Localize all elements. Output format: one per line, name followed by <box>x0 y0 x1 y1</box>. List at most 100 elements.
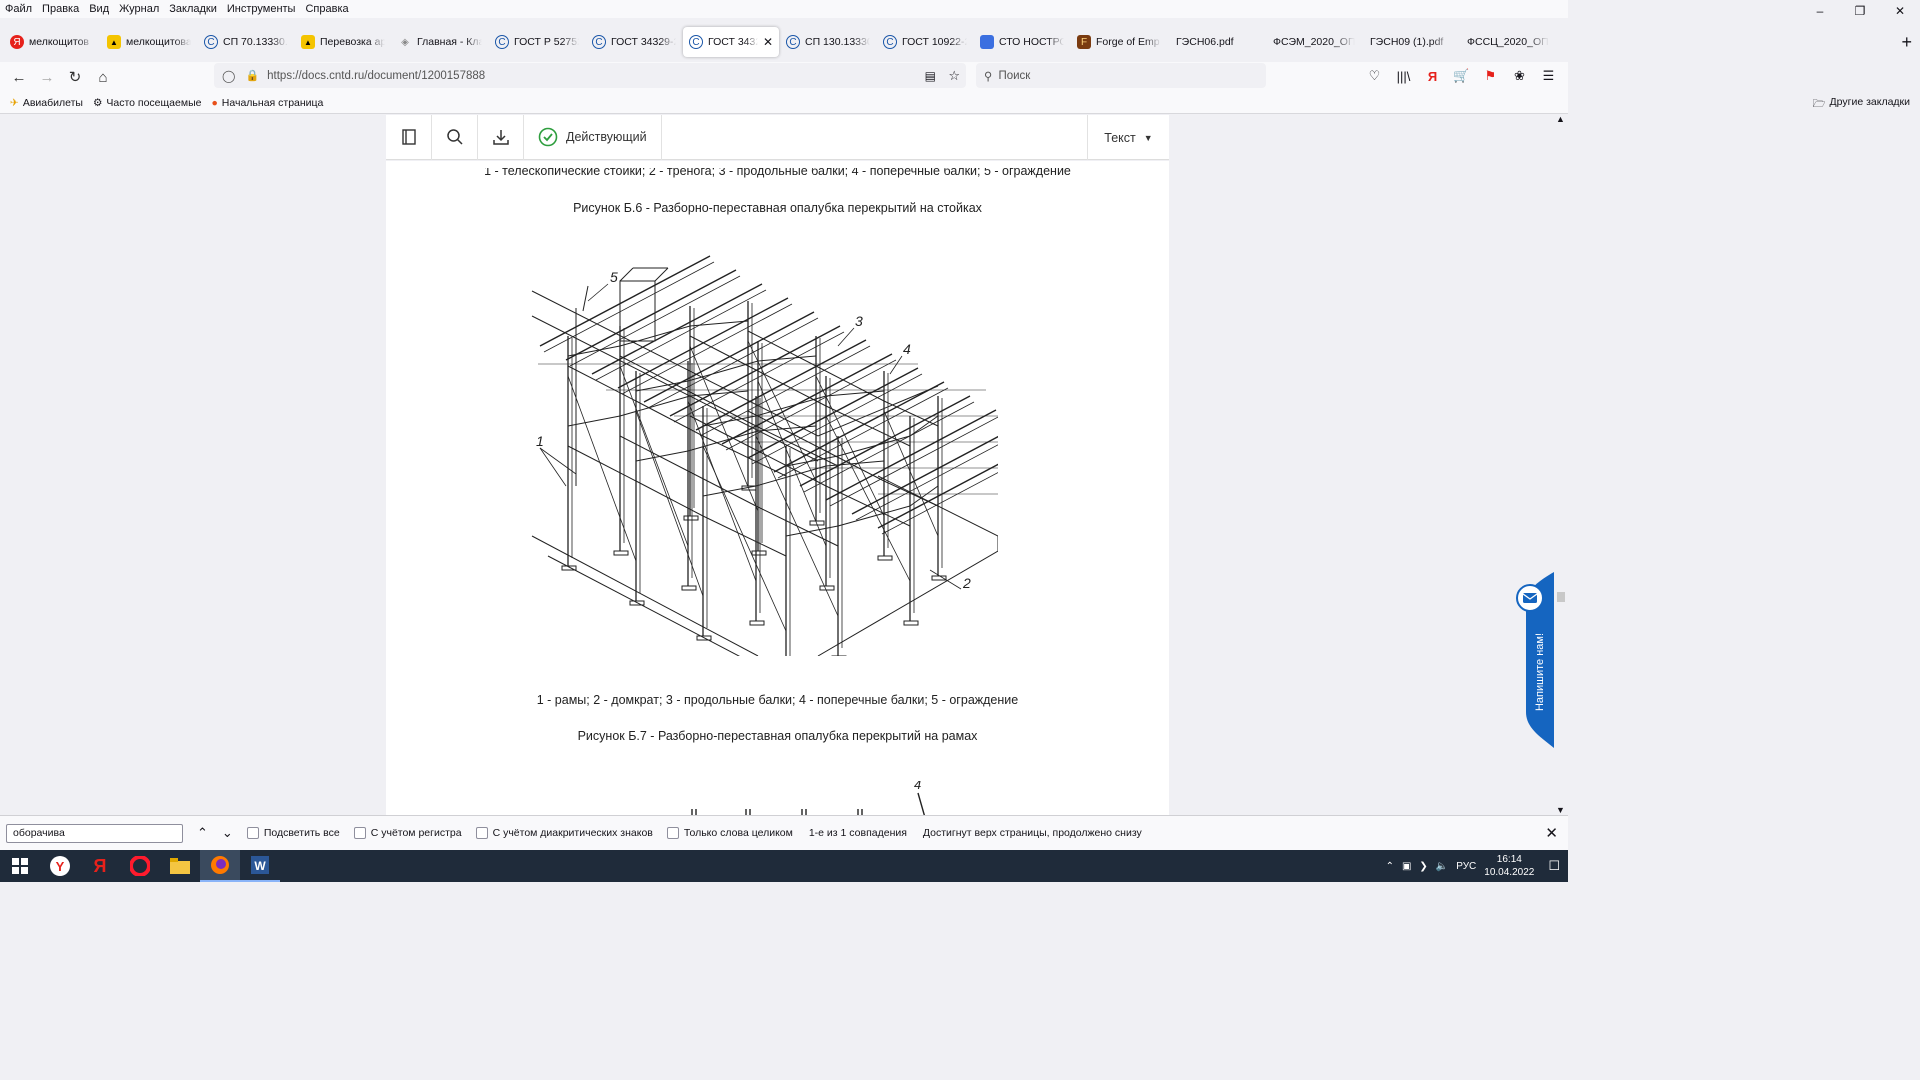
tab-11[interactable]: F Forge of Emp <box>1071 27 1167 57</box>
lock-icon: 🔒 <box>245 70 260 82</box>
search-field[interactable]: ⚲ Поиск <box>976 63 1266 88</box>
new-tab-icon[interactable]: + <box>1901 32 1912 53</box>
extensions-icon[interactable]: ❀ <box>1505 68 1534 84</box>
tab-14[interactable]: ГЭСН09 (1).pdf <box>1362 27 1458 57</box>
close-tab-icon[interactable]: ✕ <box>763 35 773 49</box>
plane-icon: ✈ <box>10 96 19 109</box>
windows-start-icon[interactable] <box>0 850 40 882</box>
callout-next-4: 4 <box>914 781 921 792</box>
clock[interactable]: 16:14 10.04.2022 <box>1484 853 1534 879</box>
doc-search-button[interactable] <box>432 114 478 160</box>
volume-icon[interactable]: 🔈 <box>1436 861 1448 872</box>
file-explorer-icon[interactable] <box>160 850 200 882</box>
callout-2: 2 <box>962 575 971 591</box>
menu-file[interactable]: Файл <box>0 1 37 17</box>
match-diacritics-checkbox[interactable]: С учётом диакритических знаков <box>475 827 653 839</box>
tab-5[interactable]: C ГОСТ Р 52752- <box>489 27 585 57</box>
chevron-up-icon[interactable]: ⌃ <box>1386 861 1394 872</box>
yandex-ext-icon[interactable]: Я <box>1418 69 1447 84</box>
menu-tools[interactable]: Инструменты <box>222 1 301 17</box>
forward-icon[interactable]: → <box>33 63 61 91</box>
minimize-icon[interactable]: – <box>1800 0 1840 22</box>
figure-b6-caption: Рисунок Б.6 - Разборно-переставная опалу… <box>573 201 982 215</box>
bookmark-most-visited[interactable]: ⚙ Часто посещаемые <box>88 97 207 109</box>
tab-13[interactable]: ФСЭМ_2020_ОП_ <box>1265 27 1361 57</box>
menu-bookmarks[interactable]: Закладки <box>164 1 222 17</box>
find-previous-icon[interactable]: ⌃ <box>197 825 208 841</box>
tab-9[interactable]: C ГОСТ 10922-2 <box>877 27 973 57</box>
toolbar-icons: ♡ |||\ Я 🛒 ⚑ ❀ ☰ <box>1360 62 1563 90</box>
url-text[interactable]: https://docs.cntd.ru/document/1200157888 <box>267 70 485 82</box>
find-next-icon[interactable]: ⌄ <box>222 825 233 841</box>
yandex-browser-icon[interactable]: Y <box>40 850 80 882</box>
tab-label: СП 70.13330.2 <box>223 36 288 48</box>
bookmark-start-page[interactable]: ● Начальная страница <box>206 97 328 109</box>
highlight-all-checkbox[interactable]: Подсветить все <box>246 827 340 839</box>
tab-10[interactable]: СТО НОСТРО <box>974 27 1070 57</box>
menu-edit[interactable]: Правка <box>37 1 84 17</box>
contents-button[interactable] <box>386 114 432 160</box>
tab-0[interactable]: Ямелкощитов <box>4 27 100 57</box>
menu-history[interactable]: Журнал <box>114 1 164 17</box>
vertical-scrollbar[interactable]: ▲ ▼ <box>1554 114 1568 815</box>
scroll-thumb[interactable] <box>1557 592 1565 602</box>
restore-icon[interactable]: ❐ <box>1840 0 1880 22</box>
tab-label: Forge of Emp <box>1096 36 1160 48</box>
write-us-widget[interactable]: Напишите нам! <box>1516 572 1554 748</box>
pocket-icon[interactable]: ♡ <box>1360 68 1389 84</box>
book-icon <box>401 129 416 145</box>
hamburger-menu-icon[interactable]: ☰ <box>1534 68 1563 84</box>
document-page: 1 - телескопические стойки; 2 - тренога;… <box>386 161 1169 815</box>
reader-view-icon[interactable]: ▤ <box>925 69 936 83</box>
match-case-checkbox[interactable]: С учётом регистра <box>353 827 462 839</box>
tab-2[interactable]: C СП 70.13330.2 <box>198 27 294 57</box>
back-icon[interactable]: ← <box>5 63 33 91</box>
find-input[interactable]: оборачива <box>6 823 183 843</box>
reload-icon[interactable]: ↻ <box>61 63 89 91</box>
language-indicator[interactable]: РУС <box>1456 861 1476 872</box>
tab-label: мелкощитов <box>29 36 90 48</box>
next-figure-drawing: 4 <box>691 781 926 815</box>
menu-help[interactable]: Справка <box>300 1 353 17</box>
menu-view[interactable]: Вид <box>84 1 114 17</box>
svg-text:Y: Y <box>56 859 65 874</box>
tab-1[interactable]: ▲ мелкощитова <box>101 27 197 57</box>
flag-ext-icon[interactable]: ⚑ <box>1476 68 1505 84</box>
bookmark-flights[interactable]: ✈ Авиабилеты <box>5 97 88 109</box>
close-window-icon[interactable]: ✕ <box>1880 0 1920 22</box>
tab-12[interactable]: ГЭСН06.pdf <box>1168 27 1264 57</box>
view-mode-select[interactable]: Текст ▼ <box>1087 115 1169 160</box>
network-icon[interactable]: ❯ <box>1419 861 1427 872</box>
callout-4: 4 <box>903 341 911 357</box>
cntd-icon: C <box>495 35 509 49</box>
tab-15[interactable]: ФССЦ_2020_ОП+ <box>1459 27 1555 57</box>
tab-label: ГОСТ 10922-2 <box>902 36 967 48</box>
opera-icon[interactable] <box>120 850 160 882</box>
notifications-icon[interactable]: ☐ <box>1548 858 1560 874</box>
other-bookmarks[interactable]: 🗁 Другие закладки <box>1813 96 1910 114</box>
close-find-icon[interactable]: ✕ <box>1545 824 1558 842</box>
tab-4[interactable]: ◈ Главная - Кла <box>392 27 488 57</box>
cntd-icon: C <box>883 35 897 49</box>
cart-icon[interactable]: 🛒 <box>1447 68 1476 84</box>
tab-3[interactable]: ▲ Перевозка ар <box>295 27 391 57</box>
tab-7[interactable]: C ГОСТ 34329 ✕ <box>683 27 779 57</box>
yandex-icon[interactable]: Я <box>80 850 120 882</box>
meet-icon[interactable]: ▣ <box>1402 861 1411 872</box>
whole-words-checkbox[interactable]: Только слова целиком <box>666 827 793 839</box>
emblem-icon: ◈ <box>401 36 409 48</box>
tab-6[interactable]: C ГОСТ 34329-2 <box>586 27 682 57</box>
find-bar: оборачива ⌃ ⌄ Подсветить все С учётом ре… <box>0 815 1568 850</box>
firefox-icon[interactable] <box>200 850 240 882</box>
shield-icon[interactable]: ◯ <box>222 69 235 83</box>
library-icon[interactable]: |||\ <box>1389 69 1418 84</box>
tab-8[interactable]: C СП 130.13330. <box>780 27 876 57</box>
star-icon[interactable]: ☆ <box>948 68 960 84</box>
download-button[interactable] <box>478 114 524 160</box>
scroll-down-icon[interactable]: ▼ <box>1556 805 1565 815</box>
forge-icon: F <box>1077 35 1091 49</box>
home-icon[interactable]: ⌂ <box>89 63 117 91</box>
word-icon[interactable]: W <box>240 850 280 882</box>
url-bar[interactable]: ◯ 🔒 https://docs.cntd.ru/document/120015… <box>214 63 966 88</box>
scroll-up-icon[interactable]: ▲ <box>1556 114 1565 124</box>
